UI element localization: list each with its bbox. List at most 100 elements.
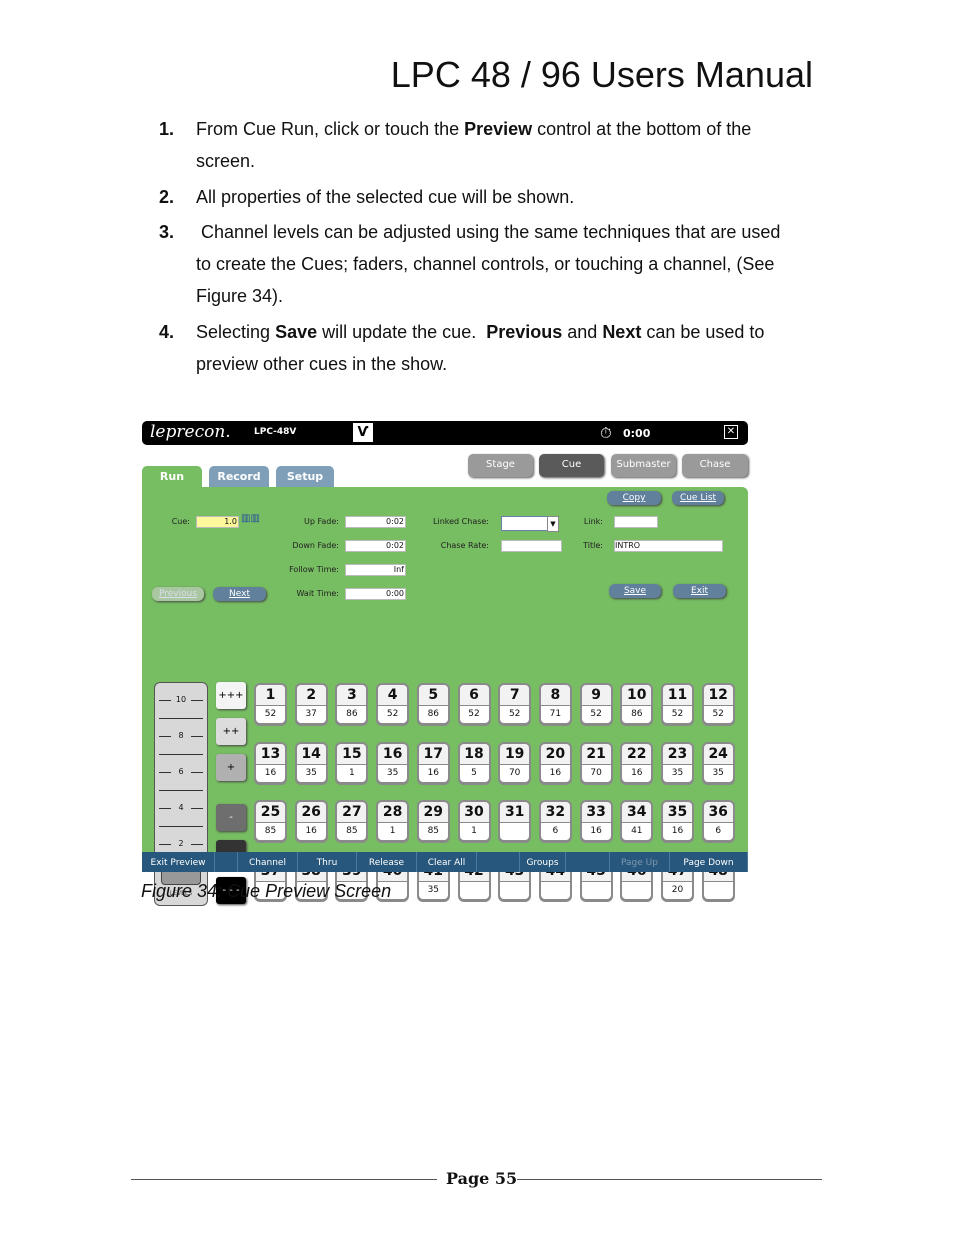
channel-button[interactable]: 19 70 (498, 741, 532, 785)
increase-medium-button[interactable]: ++ (216, 718, 246, 745)
cue-preview-panel: Copy Cue List Cue: 1.0 ▥▥ Up Fade: 0:02 … (142, 487, 748, 906)
channel-number: 36 (703, 802, 733, 823)
down-fade-field[interactable]: 0:02 (345, 540, 406, 552)
channel-level: 86 (418, 706, 448, 723)
channel-level (581, 882, 611, 900)
channel-button[interactable]: 15 1 (335, 741, 369, 785)
step-text: screen. (196, 151, 256, 171)
channel-level: 37 (296, 706, 326, 723)
channel-button[interactable]: 27 85 (335, 800, 369, 844)
channel-number: 13 (256, 743, 285, 764)
channel-button[interactable]: 14 35 (294, 741, 328, 785)
chase-rate-label: Chase Rate: (440, 541, 489, 550)
channel-button[interactable]: 25 85 (254, 800, 287, 844)
channel-button[interactable]: 30 1 (457, 800, 491, 844)
step-emphasis: Save (275, 322, 318, 342)
next-button[interactable]: Next (213, 587, 266, 601)
fader-tick-minor (159, 754, 203, 755)
tab-record[interactable]: Record (209, 466, 269, 487)
tab-setup[interactable]: Setup (276, 466, 334, 487)
thru-button[interactable]: Thru (298, 852, 357, 872)
close-icon[interactable]: ✕ (724, 425, 738, 439)
tab-run[interactable]: Run (142, 466, 202, 487)
channel-button[interactable]: 28 1 (376, 800, 410, 844)
exit-button[interactable]: Exit (673, 584, 726, 598)
channel-button[interactable]: 3 86 (335, 683, 369, 726)
channel-button[interactable]: 21 70 (579, 741, 613, 785)
channel-button[interactable]: 10 86 (620, 683, 654, 726)
title-field[interactable]: INTRO (614, 540, 723, 552)
channel-button[interactable]: 2 37 (294, 683, 328, 726)
channel-button[interactable]: 20 16 (538, 741, 572, 785)
channel-button[interactable]: 13 16 (254, 741, 287, 785)
channel-button[interactable]: 26 16 (294, 800, 328, 844)
page-up-button[interactable]: Page Up (610, 852, 670, 872)
wait-time-field[interactable]: 0:00 (345, 588, 406, 600)
channel-number: 2 (296, 685, 326, 705)
channel-button[interactable]: 35 16 (661, 800, 694, 844)
channel-level (459, 882, 489, 900)
channel-button[interactable]: 6 52 (457, 683, 491, 726)
channel-button[interactable]: 31 (498, 800, 532, 844)
channel-button[interactable]: 23 35 (661, 741, 694, 785)
channel-button[interactable]: 22 16 (620, 741, 654, 785)
mode-chase-button[interactable]: Chase (682, 454, 748, 477)
channel-button[interactable]: 34 41 (620, 800, 654, 844)
channel-button[interactable]: 18 5 (457, 741, 491, 785)
channel-button[interactable]: 12 52 (701, 683, 735, 726)
step-text-line: to create the Cues; faders, channel cont… (196, 254, 774, 275)
channel-button[interactable]: 1 52 (254, 683, 287, 726)
cue-label: Cue: (171, 517, 190, 526)
step-number: 3. (159, 222, 175, 242)
link-field[interactable] (614, 516, 658, 528)
groups-button[interactable]: Groups (520, 852, 566, 872)
step-text: Figure 34). (196, 286, 284, 306)
channel-number: 9 (581, 685, 611, 705)
channel-number: 34 (622, 802, 652, 823)
channel-button[interactable]: 36 6 (701, 800, 735, 844)
channel-button[interactable]: Channel (238, 852, 298, 872)
channel-level: 16 (581, 823, 611, 841)
step-number: 4. (159, 322, 175, 342)
channel-number: 29 (418, 802, 448, 823)
cue-field[interactable]: 1.0 (196, 516, 239, 528)
channel-button[interactable]: 17 16 (416, 741, 450, 785)
channel-button[interactable]: 24 35 (701, 741, 735, 785)
page-down-button[interactable]: Page Down (670, 852, 748, 872)
channel-button[interactable]: 29 85 (416, 800, 450, 844)
channel-button[interactable]: 4 52 (376, 683, 410, 726)
release-button[interactable]: Release (357, 852, 417, 872)
levels-fader[interactable]: 10 8 6 4 2 LEVELS (154, 682, 208, 906)
mode-stage-button[interactable]: Stage (468, 454, 533, 477)
channel-button[interactable]: 5 86 (416, 683, 450, 726)
step-text: All properties of the selected cue will … (196, 187, 575, 207)
mode-submaster-button[interactable]: Submaster (611, 454, 676, 477)
channel-level: 41 (622, 823, 652, 841)
cue-list-button[interactable]: Cue List (672, 491, 724, 505)
channel-button[interactable]: 32 6 (538, 800, 572, 844)
channel-level: 86 (622, 706, 652, 723)
channel-button[interactable]: 7 52 (498, 683, 532, 726)
channel-button[interactable]: 16 35 (376, 741, 410, 785)
increase-large-button[interactable]: +++ (216, 682, 246, 709)
channel-number: 25 (256, 802, 285, 823)
channel-button[interactable]: 11 52 (661, 683, 694, 726)
channel-number: 6 (459, 685, 489, 705)
channel-button[interactable]: 8 71 (538, 683, 572, 726)
follow-time-field[interactable]: Inf (345, 564, 406, 576)
previous-button[interactable]: Previous (152, 587, 204, 601)
up-fade-field[interactable]: 0:02 (345, 516, 406, 528)
fader-tick-label: 2 (171, 839, 191, 848)
mode-cue-button[interactable]: Cue (539, 454, 604, 477)
channel-number: 1 (256, 685, 285, 705)
channel-level: 35 (296, 764, 326, 782)
channel-button[interactable]: 33 16 (579, 800, 613, 844)
increase-small-button[interactable]: + (216, 754, 246, 781)
model-label: LPC-48V (254, 427, 297, 437)
clear-all-button[interactable]: Clear All (417, 852, 477, 872)
channel-button[interactable]: 9 52 (579, 683, 613, 726)
save-button[interactable]: Save (609, 584, 661, 598)
exit-preview-button[interactable]: Exit Preview (142, 852, 215, 872)
decrease-small-button[interactable]: - (216, 804, 246, 831)
copy-button[interactable]: Copy (607, 491, 661, 505)
